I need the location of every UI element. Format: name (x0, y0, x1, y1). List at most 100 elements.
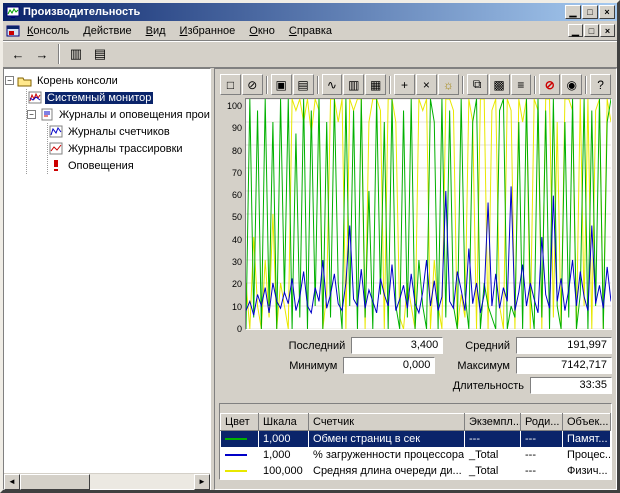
view-log-data-icon[interactable]: ▤ (293, 74, 314, 95)
y-axis-labels: 1009080706050403020100 (219, 98, 245, 330)
chart-area: 1009080706050403020100 (219, 98, 612, 330)
tree-node-label[interactable]: Журналы трассировки (66, 143, 185, 155)
add-counter-icon[interactable]: + (394, 74, 415, 95)
legend-row-disk-queue-length[interactable]: 100,000 Средняя длина очереди ди... _Tot… (221, 463, 611, 479)
scrollbar-track[interactable] (20, 474, 194, 489)
y-tick-label: 50 (219, 213, 242, 222)
tree-node-alerts[interactable]: Оповещения (48, 157, 209, 174)
tree-node-counter-logs[interactable]: Журналы счетчиков (48, 123, 209, 140)
y-tick-label: 40 (219, 236, 242, 245)
column-header-counter[interactable]: Счетчик (309, 414, 465, 431)
counter-color-swatch (225, 470, 247, 472)
counter-object: Процес... (563, 447, 611, 463)
counter-legend-table: Цвет Шкала Счетчик Экземпл... Роди... Об… (220, 413, 611, 479)
view-histogram-icon[interactable]: ▥ (343, 74, 364, 95)
system-monitor-pane: □ ⊘ ▣ ▤ ∿ ▥ ▦ + × ☼ ⧉ ▩ ≡ ⊘ ◉ (214, 68, 617, 490)
menu-action[interactable]: Действие (76, 23, 138, 39)
console-document-icon (5, 24, 20, 38)
highlight-icon[interactable]: ☼ (438, 74, 459, 95)
properties-icon[interactable]: ≡ (511, 74, 532, 95)
y-tick-label: 60 (219, 191, 242, 200)
column-header-color[interactable]: Цвет (221, 414, 259, 431)
tree-node-label[interactable]: Корень консоли (35, 75, 120, 87)
view-current-activity-icon[interactable]: ▣ (271, 74, 292, 95)
legend-row-processor-time[interactable]: 1,000 % загруженности процессора _Total … (221, 447, 611, 463)
main-area: − Корень консоли Системный монитор − (3, 68, 617, 490)
scroll-right-icon[interactable]: ► (194, 474, 210, 490)
collapse-icon[interactable]: − (27, 110, 36, 119)
counter-scale: 100,000 (259, 463, 309, 479)
paste-counter-list-icon[interactable]: ▩ (489, 74, 510, 95)
counter-name: Обмен страниц в сек (309, 431, 465, 447)
counter-object: Физич... (563, 463, 611, 479)
close-button[interactable]: × (599, 5, 615, 19)
child-close-button[interactable]: × (600, 24, 615, 37)
tree-node-label[interactable]: Журналы счетчиков (66, 126, 172, 138)
freeze-display-icon[interactable]: ⊘ (539, 74, 560, 95)
scrollbar-thumb[interactable] (20, 474, 90, 490)
delete-counter-icon[interactable]: × (416, 74, 437, 95)
help-icon[interactable]: ? (590, 74, 611, 95)
menu-help[interactable]: Справка (282, 23, 339, 39)
alert-icon (48, 159, 63, 173)
mmc-toolbar: ← → ▥ ▤ (3, 41, 617, 68)
menu-console[interactable]: Консоль (20, 23, 76, 39)
view-graph-icon[interactable]: ∿ (322, 74, 343, 95)
menu-window[interactable]: Окно (242, 23, 282, 39)
scroll-left-icon[interactable]: ◄ (4, 474, 20, 490)
tree-node-trace-logs[interactable]: Журналы трассировки (48, 140, 209, 157)
maximize-button[interactable]: □ (582, 5, 598, 19)
y-tick-label: 0 (219, 325, 242, 334)
counter-scale: 1,000 (259, 447, 309, 463)
column-header-object[interactable]: Объек... (563, 414, 611, 431)
logs-and-alerts-icon (39, 108, 54, 122)
new-counter-set-icon[interactable]: □ (220, 74, 241, 95)
back-icon[interactable]: ← (7, 43, 29, 65)
chart-plot (246, 99, 611, 329)
child-minimize-button[interactable]: ▁ (568, 24, 583, 37)
column-header-scale[interactable]: Шкала (259, 414, 309, 431)
console-tree-pane: − Корень консоли Системный монитор − (3, 68, 211, 490)
last-value: 3,400 (351, 337, 443, 354)
column-header-instance[interactable]: Экземпл... (465, 414, 521, 431)
tree-node-label[interactable]: Журналы и оповещения произв (57, 109, 210, 121)
y-tick-label: 10 (219, 303, 242, 312)
child-restore-button[interactable]: □ (584, 24, 599, 37)
tree-node-console-root[interactable]: − Корень консоли (5, 72, 209, 89)
window-title: Производительность (23, 6, 562, 18)
counter-name: % загруженности процессора (309, 447, 465, 463)
y-tick-label: 100 (219, 102, 242, 111)
counter-instance: _Total (465, 463, 521, 479)
tree-node-label[interactable]: Оповещения (66, 160, 136, 172)
menu-favorites[interactable]: Избранное (173, 23, 243, 39)
horizontal-scrollbar[interactable]: ◄ ► (4, 473, 210, 489)
performance-chart (245, 98, 612, 330)
menu-bar: Консоль Действие Вид Избранное Окно Спра… (3, 21, 617, 41)
update-data-icon[interactable]: ◉ (561, 74, 582, 95)
toolbar-separator (534, 76, 536, 94)
minimum-value: 0,000 (343, 357, 435, 374)
show-hide-console-tree-icon[interactable]: ▥ (65, 43, 87, 65)
clear-display-icon[interactable]: ⊘ (242, 74, 263, 95)
column-header-parent[interactable]: Роди... (521, 414, 563, 431)
title-bar[interactable]: Производительность ▁ □ × (3, 3, 617, 21)
legend-row-pages-per-sec[interactable]: 1,000 Обмен страниц в сек --- --- Памят.… (221, 431, 611, 447)
trace-logs-icon (48, 142, 63, 156)
tree-node-label[interactable]: Системный монитор (45, 92, 153, 104)
forward-icon[interactable]: → (31, 43, 53, 65)
minimize-button[interactable]: ▁ (565, 5, 581, 19)
duration-value: 33:35 (530, 377, 612, 394)
copy-properties-icon[interactable]: ⧉ (467, 74, 488, 95)
folder-icon (17, 74, 32, 88)
toolbar-separator (389, 76, 391, 94)
counter-instance: --- (465, 431, 521, 447)
performance-app-icon (5, 5, 20, 19)
tree-node-logs-alerts[interactable]: − Журналы и оповещения произв (27, 106, 209, 123)
counter-parent: --- (521, 447, 563, 463)
view-report-icon[interactable]: ▦ (365, 74, 386, 95)
maximum-value: 7142,717 (516, 357, 612, 374)
export-list-icon[interactable]: ▤ (89, 43, 111, 65)
tree-node-system-monitor[interactable]: Системный монитор (27, 89, 209, 106)
collapse-icon[interactable]: − (5, 76, 14, 85)
menu-view[interactable]: Вид (139, 23, 173, 39)
